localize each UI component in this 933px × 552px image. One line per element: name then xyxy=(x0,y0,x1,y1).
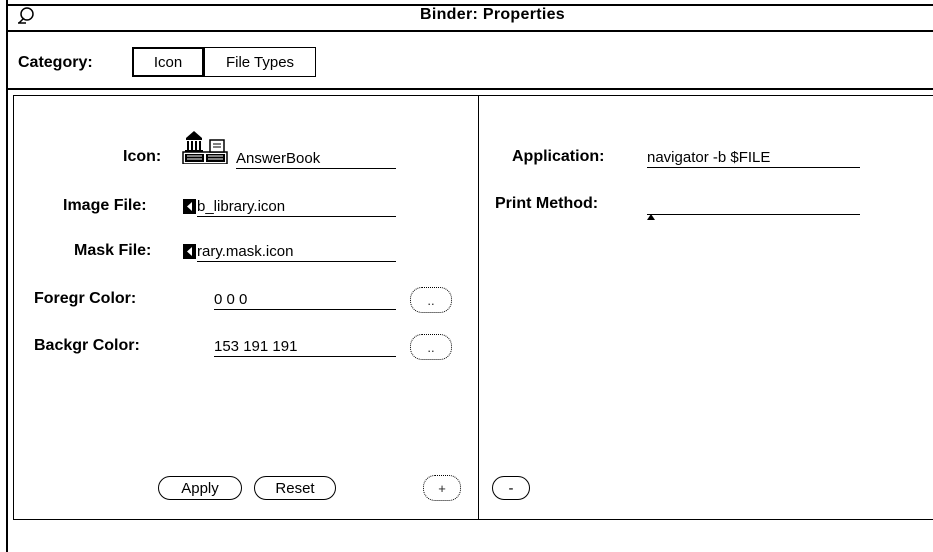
icon-name-field[interactable]: AnswerBook xyxy=(236,150,396,169)
category-option-file-types[interactable]: File Types xyxy=(204,47,316,77)
remove-entry-button[interactable]: - xyxy=(492,476,530,500)
window-left-border xyxy=(6,0,8,552)
category-label: Category: xyxy=(18,54,93,71)
add-entry-button[interactable]: + xyxy=(423,475,461,501)
apply-button[interactable]: Apply xyxy=(158,476,242,500)
background-color-chooser-button[interactable]: .. xyxy=(410,334,452,360)
foreground-color-chooser-button[interactable]: .. xyxy=(410,287,452,313)
image-file-field[interactable]: b_library.icon xyxy=(197,198,396,217)
window-menu-icon[interactable] xyxy=(16,6,36,24)
foreground-color-label: Foregr Color: xyxy=(34,290,137,307)
text-caret-icon xyxy=(647,207,655,224)
icon-label: Icon: xyxy=(123,148,162,165)
print-method-label: Print Method: xyxy=(495,195,599,212)
library-icon xyxy=(182,128,228,168)
background-color-label: Backgr Color: xyxy=(34,337,140,354)
panel-divider xyxy=(478,95,479,520)
application-field[interactable]: navigator -b $FILE xyxy=(647,149,860,168)
application-label: Application: xyxy=(512,148,605,165)
window-title: Binder: Properties xyxy=(420,6,565,23)
image-file-scroll-left-icon[interactable] xyxy=(183,199,196,214)
category-divider xyxy=(8,88,933,90)
print-method-field[interactable] xyxy=(647,196,860,215)
mask-file-scroll-left-icon[interactable] xyxy=(183,244,196,259)
category-option-icon[interactable]: Icon xyxy=(132,47,204,77)
reset-button[interactable]: Reset xyxy=(254,476,336,500)
mask-file-field[interactable]: rary.mask.icon xyxy=(197,243,396,262)
mask-file-label: Mask File: xyxy=(74,242,152,259)
background-color-field[interactable]: 153 191 191 xyxy=(214,338,396,357)
foreground-color-field[interactable]: 0 0 0 xyxy=(214,291,396,310)
image-file-label: Image File: xyxy=(63,197,147,214)
